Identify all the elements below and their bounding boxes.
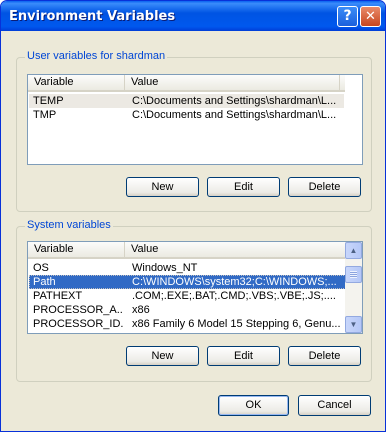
user-list-scroll-area (345, 75, 362, 164)
variable-name: PROCESSOR_ID... (33, 318, 123, 330)
title-bar[interactable]: Environment Variables ? ✕ (1, 1, 385, 31)
variable-name: OS (33, 262, 49, 274)
column-header-variable[interactable]: Variable (28, 75, 125, 90)
scroll-up-arrow-icon[interactable]: ▲ (345, 242, 362, 259)
scroll-down-arrow-icon[interactable]: ▼ (345, 316, 362, 333)
vertical-scrollbar[interactable]: ▲ ▼ (345, 242, 362, 333)
user-variables-list[interactable]: Variable Value TEMP C:\Documents and Set… (27, 74, 363, 165)
variable-value: C:\WINDOWS\system32;C:\WINDOWS;... (132, 276, 337, 288)
list-item[interactable]: PATHEXT .COM;.EXE;.BAT;.CMD;.VBS;.VBE;.J… (29, 289, 346, 303)
user-delete-button[interactable]: Delete (288, 177, 361, 197)
window-title: Environment Variables (9, 9, 176, 24)
list-item[interactable]: TMP C:\Documents and Settings\shardman\L… (29, 108, 344, 122)
list-item[interactable]: TEMP C:\Documents and Settings\shardman\… (29, 94, 344, 108)
variable-value: x86 (132, 304, 150, 316)
column-header-value[interactable]: Value (125, 75, 340, 90)
list-header: Variable Value (28, 75, 362, 92)
list-item[interactable]: PROCESSOR_ID... x86 Family 6 Model 15 St… (29, 317, 346, 331)
scrollbar-thumb[interactable] (345, 266, 362, 283)
list-item[interactable]: OS Windows_NT (29, 261, 346, 275)
system-variables-list[interactable]: Variable Value OS Windows_NT Path C:\WIN… (27, 241, 363, 334)
variable-name: Path (33, 276, 56, 288)
close-icon: ✕ (365, 9, 376, 24)
variable-value: Windows_NT (132, 262, 198, 274)
system-variables-legend: System variables (25, 219, 113, 231)
help-button[interactable]: ? (337, 6, 358, 27)
variable-name: PATHEXT (33, 290, 83, 302)
column-header-variable[interactable]: Variable (28, 242, 125, 257)
variable-value: x86 Family 6 Model 15 Stepping 6, Genu..… (132, 318, 341, 330)
variable-value: C:\Documents and Settings\shardman\L... (132, 95, 337, 107)
help-icon: ? (343, 8, 352, 24)
system-new-button[interactable]: New (126, 346, 199, 366)
list-item[interactable]: PROCESSOR_A... x86 (29, 303, 346, 317)
user-new-button[interactable]: New (126, 177, 199, 197)
user-edit-button[interactable]: Edit (207, 177, 280, 197)
variable-value: C:\Documents and Settings\shardman\L... (132, 109, 337, 121)
column-header-value[interactable]: Value (125, 242, 346, 257)
variable-value: .COM;.EXE;.BAT;.CMD;.VBS;.VBE;.JS;.... (132, 290, 336, 302)
list-header: Variable Value (28, 242, 346, 259)
environment-variables-dialog: Environment Variables ? ✕ User variables… (0, 0, 386, 432)
variable-name: TEMP (33, 95, 64, 107)
ok-button[interactable]: OK (218, 395, 289, 416)
user-variables-legend: User variables for shardman (25, 50, 168, 62)
variable-name: TMP (33, 109, 57, 121)
system-delete-button[interactable]: Delete (288, 346, 361, 366)
user-variables-group: User variables for shardman Variable Val… (16, 50, 372, 212)
cancel-button[interactable]: Cancel (298, 395, 371, 416)
system-variables-group: System variables Variable Value OS Windo… (16, 219, 372, 382)
variable-name: PROCESSOR_A... (33, 304, 123, 316)
system-edit-button[interactable]: Edit (207, 346, 280, 366)
close-button[interactable]: ✕ (360, 6, 381, 27)
list-item-selected[interactable]: Path C:\WINDOWS\system32;C:\WINDOWS;... (29, 275, 346, 289)
